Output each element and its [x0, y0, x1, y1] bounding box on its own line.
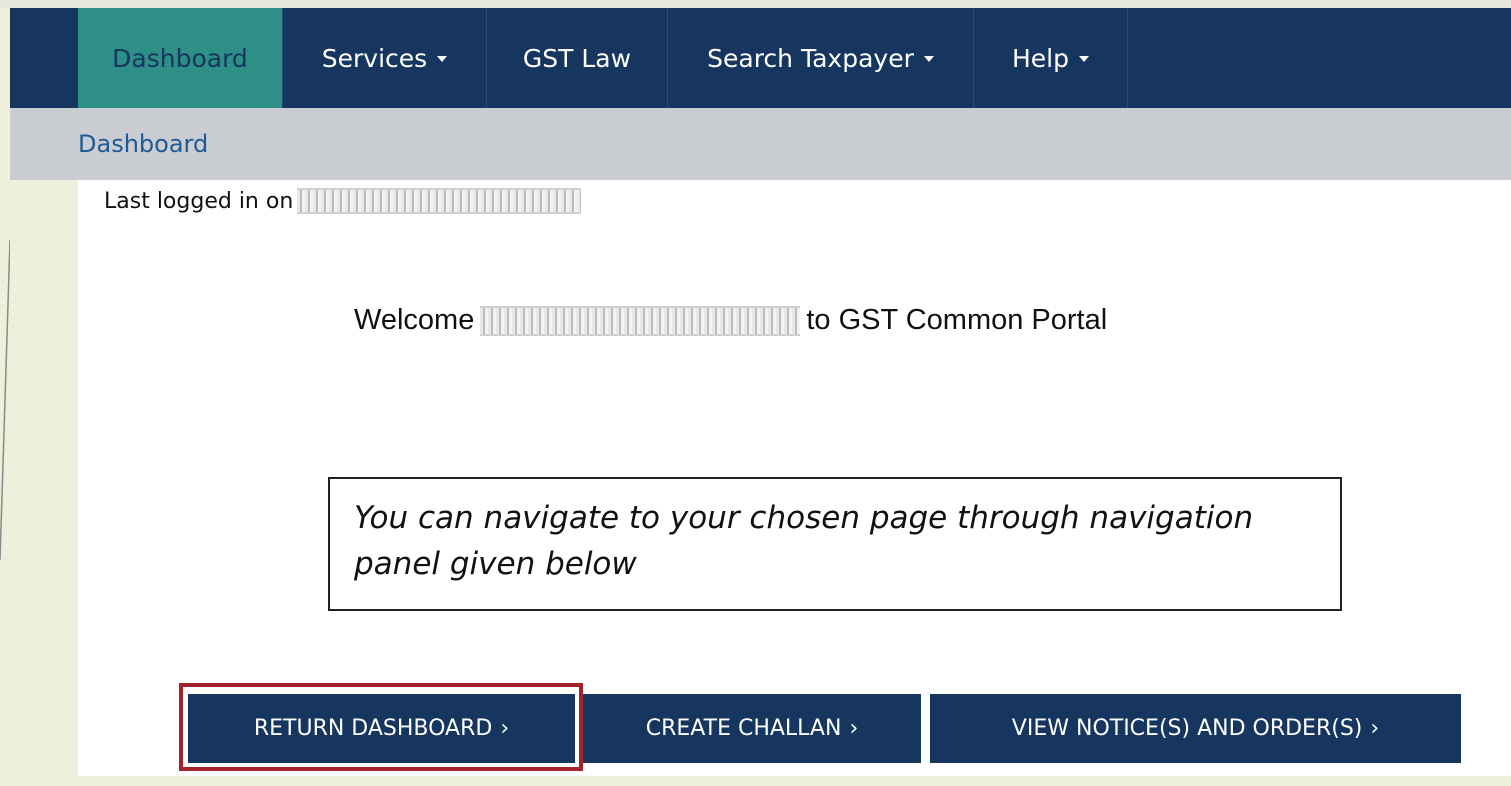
left-decoration — [0, 239, 10, 561]
navigation-hint-text: You can navigate to your chosen page thr… — [354, 500, 1254, 582]
button-label: VIEW NOTICE(S) AND ORDER(S) — [1011, 716, 1363, 741]
welcome-suffix: to GST Common Portal — [806, 304, 1108, 336]
redacted-user-name — [480, 305, 801, 336]
breadcrumb[interactable]: Dashboard — [78, 130, 208, 158]
last-login-info: Last logged in on — [104, 188, 582, 214]
last-login-label: Last logged in on — [104, 188, 294, 214]
breadcrumb-bar: Dashboard — [10, 108, 1511, 180]
welcome-message: Welcome to GST Common Portal — [354, 304, 1107, 337]
gst-portal-page: Dashboard Services GST Law Search Taxpay… — [0, 0, 1511, 786]
highlight-box — [179, 683, 583, 771]
nav-item-gst-law[interactable]: GST Law — [487, 8, 668, 108]
nav-item-label: Search Taxpayer — [707, 43, 914, 73]
chevron-right-icon: › — [1370, 716, 1380, 741]
create-challan-button[interactable]: CREATE CHALLAN › — [583, 694, 921, 763]
caret-down-icon — [1079, 56, 1089, 62]
button-label: CREATE CHALLAN — [645, 716, 842, 741]
welcome-prefix: Welcome — [354, 304, 475, 336]
redacted-login-time — [297, 188, 582, 214]
caret-down-icon — [923, 56, 934, 62]
nav-item-services[interactable]: Services — [283, 8, 487, 108]
chevron-right-icon: › — [849, 716, 859, 741]
main-navbar: Dashboard Services GST Law Search Taxpay… — [10, 8, 1511, 108]
nav-item-label: Dashboard — [112, 43, 248, 73]
view-notices-and-orders-button[interactable]: VIEW NOTICE(S) AND ORDER(S) › — [930, 694, 1461, 763]
navigation-hint-box: You can navigate to your chosen page thr… — [328, 477, 1342, 611]
caret-down-icon — [437, 56, 448, 62]
top-strip — [0, 0, 1511, 8]
nav-item-search-taxpayer[interactable]: Search Taxpayer — [668, 8, 974, 108]
dashboard-content: Last logged in on Welcome to GST Common … — [78, 180, 1511, 776]
nav-item-label: Services — [321, 43, 428, 73]
nav-item-label: GST Law — [522, 43, 632, 73]
nav-item-dashboard[interactable]: Dashboard — [78, 8, 283, 108]
nav-item-label: Help — [1012, 43, 1069, 73]
nav-item-help[interactable]: Help — [974, 8, 1128, 108]
